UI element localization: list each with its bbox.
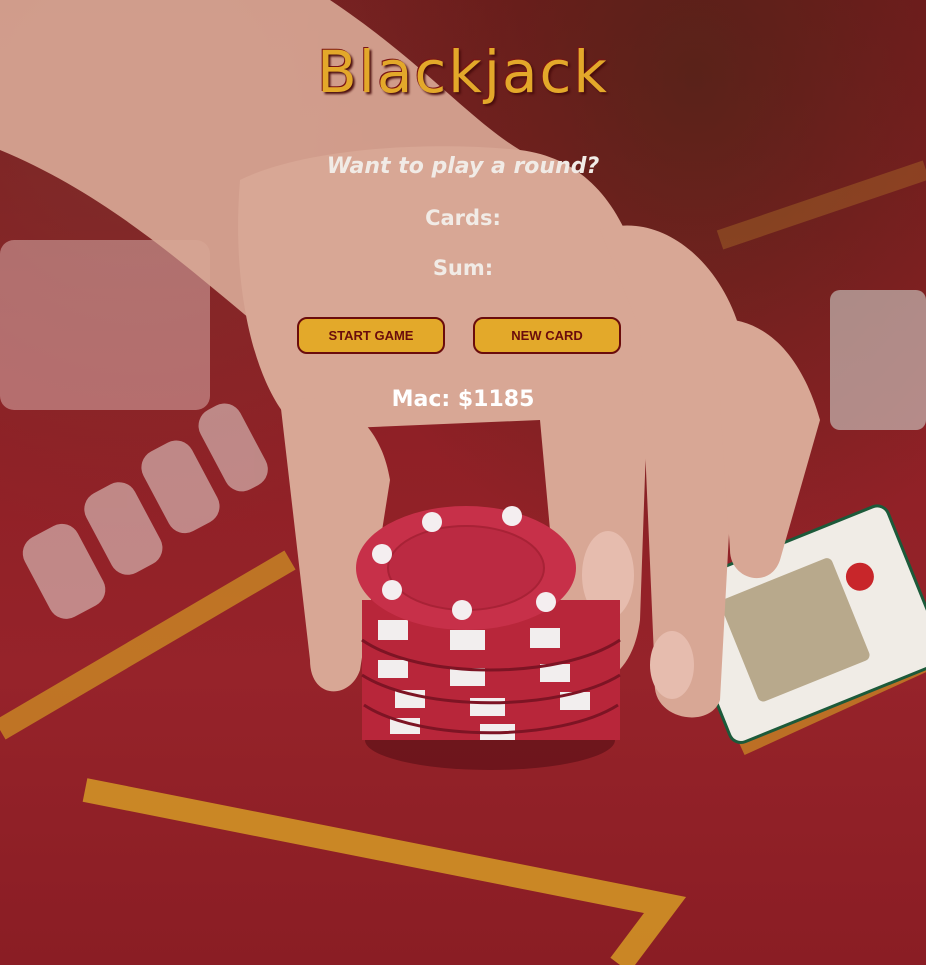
background-photo <box>0 0 926 965</box>
new-card-button[interactable]: NEW CARD <box>473 317 621 354</box>
cards-label: Cards: <box>425 206 501 230</box>
player-info: Mac: $1185 <box>391 387 535 412</box>
sum-label: Sum: <box>432 256 494 280</box>
game-message: Want to play a round? <box>326 154 600 179</box>
start-game-button[interactable]: START GAME <box>297 317 445 354</box>
game-title: Blackjack <box>316 38 610 106</box>
casino-table-illustration <box>0 0 926 965</box>
